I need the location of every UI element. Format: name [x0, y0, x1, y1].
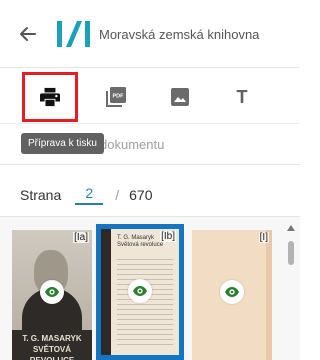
divider [0, 164, 300, 165]
page-navigator: Strana / 670 [20, 183, 153, 207]
view-eye-icon[interactable] [40, 280, 64, 304]
search-input[interactable]: dokumentu [100, 137, 164, 152]
cover-author: T. G. MASARYK [22, 334, 82, 343]
image-button[interactable] [152, 72, 208, 122]
page-thumbnail[interactable]: [I] [192, 230, 272, 360]
page-label: Strana [20, 187, 62, 203]
print-icon [40, 87, 60, 107]
thumbnail-scrollbar[interactable] [286, 225, 296, 360]
text-lines [117, 259, 173, 349]
thumbnail-label: [I] [258, 232, 269, 243]
pdf-icon-label: PDF [113, 94, 125, 100]
thumbnail-label: [Ia] [73, 232, 89, 243]
page-thumbnail[interactable]: T. G. MASARYK SVĚTOVÁ REVOLUCE [Ia] [12, 230, 92, 360]
image-icon [171, 88, 189, 106]
app-header: Moravská zemská knihovna [0, 0, 300, 68]
print-button[interactable] [22, 72, 78, 122]
print-tooltip: Příprava k tisku [21, 133, 104, 154]
thumbnail-strip: T. G. MASARYK SVĚTOVÁ REVOLUCE [Ia] T. G… [0, 217, 300, 360]
page-heading: T. G. Masaryk Světová revoluce [117, 235, 164, 248]
pdf-icon: PDF [106, 87, 126, 107]
pdf-button[interactable]: PDF [88, 72, 144, 122]
page-number-input[interactable] [75, 185, 104, 205]
total-pages: 670 [129, 187, 153, 203]
thumbnail-label: [Ib] [160, 231, 176, 242]
library-logo-icon[interactable] [56, 18, 92, 50]
view-eye-icon[interactable] [220, 280, 244, 304]
cover-title: SVĚTOVÁ REVOLUCE [30, 345, 74, 360]
page-separator: / [115, 187, 120, 203]
document-toolbar: PDF T [0, 68, 300, 124]
cover-title-band: T. G. MASARYK SVĚTOVÁ REVOLUCE [12, 330, 92, 360]
back-arrow-icon[interactable] [18, 24, 38, 44]
app-title: Moravská zemská knihovna [99, 27, 260, 42]
scroll-thumb[interactable] [288, 241, 294, 265]
view-eye-icon[interactable] [128, 279, 152, 303]
page-thumbnail-selected[interactable]: T. G. Masaryk Světová revoluce [Ib] [96, 224, 184, 360]
text-icon: T [236, 86, 248, 107]
text-button[interactable]: T [214, 72, 270, 122]
scroll-up-icon[interactable] [287, 225, 295, 231]
